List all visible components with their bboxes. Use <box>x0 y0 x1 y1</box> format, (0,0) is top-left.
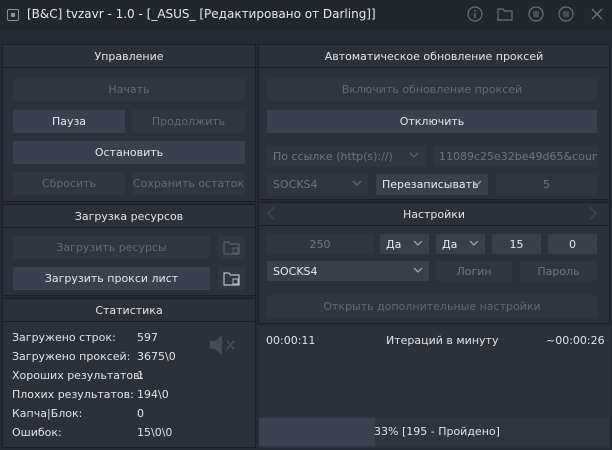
advanced-settings-button[interactable]: Открыть дополнительные настройки <box>266 294 598 319</box>
chevron-down-icon <box>472 180 482 186</box>
stat-value: 194\0 <box>137 388 169 401</box>
chevron-right-icon[interactable] <box>588 206 598 223</box>
start-button[interactable]: Начать <box>12 77 246 102</box>
close-icon[interactable] <box>588 5 606 23</box>
sound-muted-icon[interactable] <box>208 333 238 357</box>
disable-button[interactable]: Отключить <box>266 109 598 134</box>
stop-button[interactable]: Остановить <box>12 140 246 165</box>
rate-label: Итераций в минуту <box>386 334 499 347</box>
info-icon[interactable] <box>466 5 484 23</box>
source-select[interactable]: По ссылке (http(s)://) <box>266 145 426 168</box>
stat-value: 1 <box>137 369 144 382</box>
stat-label: Капча|Блок: <box>12 407 83 420</box>
open-resources-folder-icon[interactable] <box>217 235 246 260</box>
chevron-down-icon <box>409 152 419 158</box>
chevron-down-icon <box>469 240 479 246</box>
url-input[interactable]: 11089c25e32be49d65&countrie <box>432 145 598 168</box>
stat-value: 3675\0 <box>137 350 176 363</box>
option2-select[interactable]: Да <box>435 233 486 255</box>
option2-value: Да <box>442 237 458 251</box>
progress-fill <box>259 418 375 446</box>
stat-value: 0 <box>137 407 144 420</box>
proxy-type-select[interactable]: SOCKS4 <box>266 173 369 196</box>
timeout-value: 15 <box>509 237 524 251</box>
source-select-value: По ссылке (http(s)://) <box>273 150 393 163</box>
option1-select[interactable]: Да <box>379 233 430 255</box>
settings-proxy-type-select[interactable]: SOCKS4 <box>266 260 430 282</box>
stat-label: Плохих результатов: <box>12 388 134 401</box>
chevron-down-icon <box>413 267 423 273</box>
progress-bar: 33% [195 - Пройдено] <box>259 418 610 446</box>
login-placeholder: Логин <box>456 264 492 278</box>
settings-header: Настройки <box>259 203 609 226</box>
window-title: [B&C] tvzavr - 1.0 - [_ASUS_ [Редактиров… <box>27 7 376 21</box>
enable-proxy-update-button[interactable]: Включить обновление проксей <box>266 77 598 102</box>
stat-value: 15\0\0 <box>137 426 173 439</box>
load-proxy-button[interactable]: Загрузить прокси лист <box>12 266 211 291</box>
retries-value: 0 <box>569 237 576 251</box>
reset-button[interactable]: Сбросить <box>12 171 126 196</box>
stat-label: Загружено строк: <box>12 331 116 344</box>
retries-input[interactable]: 0 <box>547 233 598 255</box>
app-icon <box>7 9 19 21</box>
chevron-down-icon <box>352 180 362 186</box>
progress-text: 33% [195 - Пройдено] <box>374 425 500 438</box>
password-input[interactable]: Пароль <box>519 260 598 282</box>
mode-select[interactable]: Перезаписывать <box>375 173 489 196</box>
elapsed-time: 00:00:11 <box>266 334 316 347</box>
option1-value: Да <box>386 237 402 251</box>
threads-value: 250 <box>309 237 331 251</box>
stats-header: Статистика <box>3 299 255 322</box>
proxy-type-value: SOCKS4 <box>273 178 318 191</box>
stat-value: 597 <box>137 331 158 344</box>
list-icon[interactable] <box>527 5 545 23</box>
stat-label: Хороших результатов: <box>12 369 144 382</box>
remaining-time: ~00:00:26 <box>546 334 605 347</box>
proxy-update-header: Автоматическое обновление проксей <box>259 45 609 68</box>
folder-icon[interactable] <box>496 5 514 23</box>
interval-value: 5 <box>543 178 550 191</box>
stat-label: Ошибок: <box>12 426 62 439</box>
load-resources-button[interactable]: Загрузить ресурсы <box>12 235 211 260</box>
url-input-value: 11089c25e32be49d65&countrie <box>439 150 598 163</box>
pause-button[interactable]: Пауза <box>12 109 126 134</box>
threads-input[interactable]: 250 <box>266 233 374 255</box>
password-placeholder: Пароль <box>537 264 580 278</box>
login-input[interactable]: Логин <box>435 260 513 282</box>
settings-proxy-type-value: SOCKS4 <box>273 264 318 278</box>
resources-header: Загрузка ресурсов <box>3 205 255 228</box>
save-rest-button[interactable]: Сохранить остаток <box>131 171 246 196</box>
interval-input[interactable]: 5 <box>495 173 598 196</box>
open-proxy-folder-icon[interactable] <box>217 266 246 291</box>
control-header: Управление <box>3 45 255 68</box>
resume-button[interactable]: Продолжить <box>131 109 246 134</box>
chevron-down-icon <box>413 240 423 246</box>
menu-icon[interactable] <box>557 5 575 23</box>
timeout-input[interactable]: 15 <box>491 233 542 255</box>
stat-label: Загружено проксей: <box>12 350 131 363</box>
mode-select-value: Перезаписывать <box>382 178 479 191</box>
chevron-left-icon[interactable] <box>266 206 276 223</box>
